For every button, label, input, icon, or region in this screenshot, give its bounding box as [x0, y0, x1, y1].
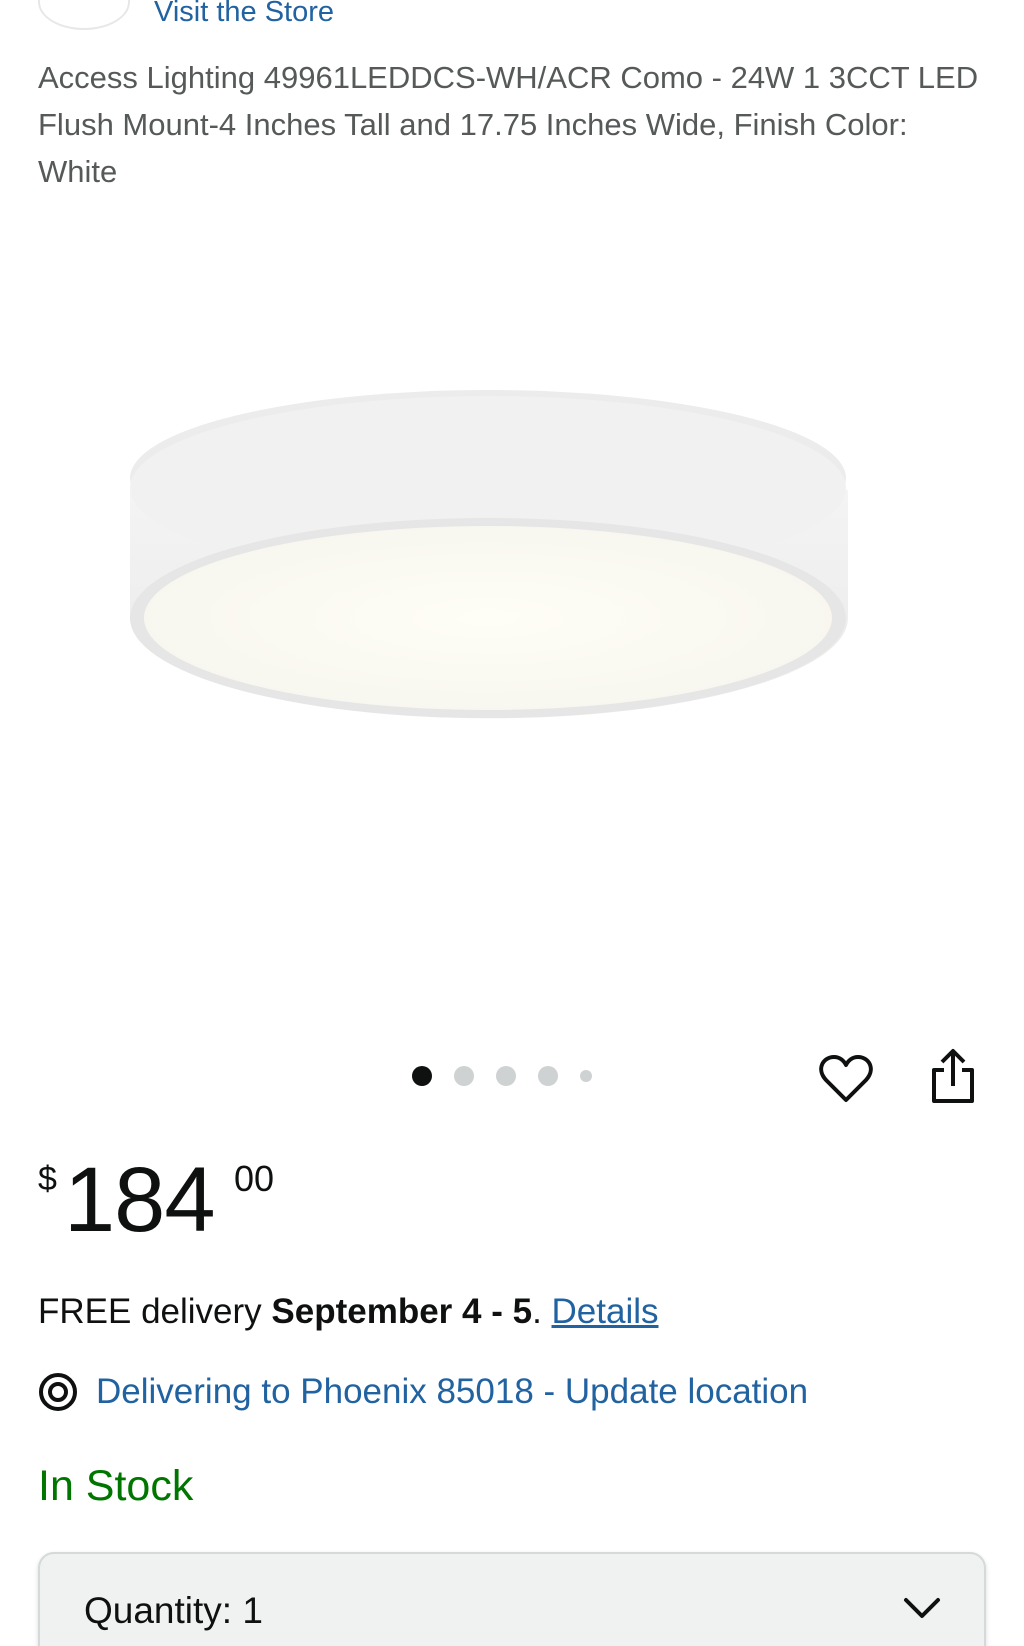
- carousel-dot[interactable]: [538, 1066, 558, 1086]
- store-row: Visit the Store: [38, 0, 938, 30]
- delivery-date: September 4 - 5: [271, 1292, 533, 1331]
- carousel-dot[interactable]: [496, 1066, 516, 1086]
- heart-icon[interactable]: [818, 1054, 874, 1104]
- quantity-label: Quantity: 1: [84, 1590, 263, 1632]
- product-title: Access Lighting 49961LEDDCS-WH/ACR Como …: [38, 60, 979, 189]
- price-fraction: 00: [234, 1158, 275, 1199]
- carousel-dot[interactable]: [454, 1066, 474, 1086]
- chevron-down-icon: [904, 1598, 940, 1618]
- delivery-info: FREE delivery September 4 - 5. Details: [38, 1292, 659, 1332]
- image-carousel-dots[interactable]: [412, 1066, 592, 1086]
- delivery-separator: .: [532, 1292, 552, 1331]
- product-image[interactable]: [120, 390, 900, 770]
- price-currency-symbol: $: [38, 1160, 57, 1198]
- carousel-dot[interactable]: [580, 1070, 592, 1082]
- share-icon[interactable]: [928, 1048, 978, 1104]
- quantity-select[interactable]: Quantity: 1: [38, 1552, 986, 1646]
- quantity-value: 1: [242, 1590, 263, 1631]
- price-whole: 184: [64, 1149, 215, 1251]
- delivery-details-link[interactable]: Details: [552, 1292, 659, 1331]
- store-logo[interactable]: [38, 0, 130, 30]
- location-text[interactable]: Delivering to Phoenix 85018 - Update loc…: [96, 1372, 808, 1412]
- visit-store-link[interactable]: Visit the Store: [154, 0, 334, 29]
- delivery-prefix: FREE delivery: [38, 1292, 272, 1331]
- availability-status: In Stock: [38, 1462, 194, 1510]
- location-pin-icon: [39, 1373, 77, 1411]
- quantity-label-text: Quantity:: [84, 1590, 233, 1631]
- carousel-dot[interactable]: [412, 1066, 432, 1086]
- delivery-location[interactable]: Delivering to Phoenix 85018 - Update loc…: [38, 1372, 808, 1412]
